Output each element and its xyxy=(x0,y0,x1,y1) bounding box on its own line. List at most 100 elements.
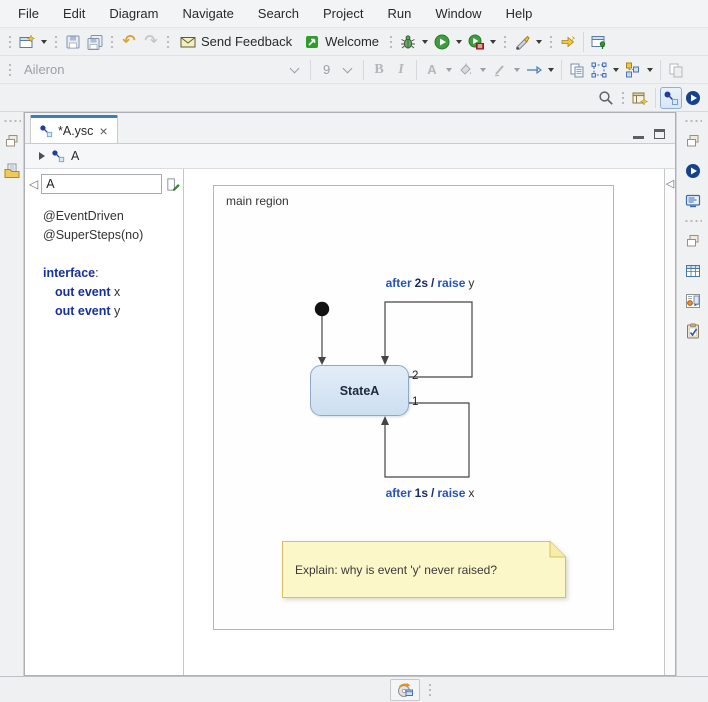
external-tools-button[interactable] xyxy=(511,30,533,54)
toolbar-drag-handle[interactable] xyxy=(549,33,553,51)
line-style-button[interactable] xyxy=(523,58,545,82)
breadcrumb-label[interactable]: A xyxy=(71,149,79,163)
perspective-simulation-button[interactable] xyxy=(682,86,704,110)
debug-button[interactable] xyxy=(397,30,419,54)
status-trim-button[interactable] xyxy=(390,679,420,701)
toolbar-drag-handle[interactable] xyxy=(8,33,12,51)
collapse-panel-icon[interactable]: ◁ xyxy=(29,178,38,190)
run-button[interactable] xyxy=(431,30,453,54)
properties-view-button[interactable] xyxy=(682,259,704,283)
menu-run[interactable]: Run xyxy=(375,1,423,26)
font-color-dropdown[interactable] xyxy=(446,68,452,72)
open-perspective-button[interactable] xyxy=(629,86,651,110)
layout-button[interactable] xyxy=(622,58,644,82)
minimize-icon[interactable] xyxy=(633,136,644,139)
toolbar-drag-handle[interactable] xyxy=(503,33,507,51)
new-wizard-icon xyxy=(19,34,35,50)
redo-button[interactable]: ↷ xyxy=(140,30,162,54)
statechart-name-input[interactable] xyxy=(41,174,162,194)
line-color-dropdown[interactable] xyxy=(514,68,520,72)
tab-close-icon[interactable]: × xyxy=(98,125,108,137)
main-region[interactable]: main region xyxy=(213,185,614,630)
toolbar-drag-handle[interactable] xyxy=(166,33,170,51)
menu-help[interactable]: Help xyxy=(494,1,545,26)
strip-drag-handle[interactable] xyxy=(3,119,21,123)
tasks-view-button[interactable] xyxy=(682,319,704,343)
send-feedback-button[interactable]: Send Feedback xyxy=(174,30,298,54)
menu-file[interactable]: File xyxy=(6,1,51,26)
select-shapes-dropdown[interactable] xyxy=(613,68,619,72)
new-wizard-dropdown[interactable] xyxy=(41,40,47,44)
copy-appearance-button[interactable] xyxy=(566,58,588,82)
layout-icon xyxy=(625,62,641,78)
edit-definition-icon[interactable] xyxy=(165,177,180,192)
tab-a-ysc[interactable]: *A.ysc × xyxy=(30,115,118,143)
menu-edit[interactable]: Edit xyxy=(51,1,97,26)
select-all-shapes-button[interactable] xyxy=(588,58,610,82)
restore-view-stack-button[interactable] xyxy=(682,229,704,253)
fill-color-dropdown[interactable] xyxy=(480,68,486,72)
line-color-button[interactable] xyxy=(489,58,511,82)
restore-left-views-button[interactable] xyxy=(1,129,23,153)
clipped-toolbar-button[interactable] xyxy=(665,58,687,82)
save-all-button[interactable] xyxy=(84,30,106,54)
fill-color-button[interactable] xyxy=(455,58,477,82)
bold-button[interactable]: B xyxy=(368,58,390,82)
select-shapes-icon xyxy=(591,62,607,78)
new-wizard-button[interactable] xyxy=(16,30,38,54)
simulation-play-icon xyxy=(685,163,701,179)
event-name: y xyxy=(468,276,474,290)
toolbar-drag-handle[interactable] xyxy=(389,33,393,51)
layout-dropdown[interactable] xyxy=(647,68,653,72)
strip-drag-handle[interactable] xyxy=(684,119,702,123)
external-tools-dropdown[interactable] xyxy=(536,40,542,44)
simulation-snapshot-view-button[interactable] xyxy=(682,289,704,313)
menu-window[interactable]: Window xyxy=(423,1,493,26)
toolbar-drag-handle[interactable] xyxy=(8,61,12,79)
diagram-canvas[interactable]: main region xyxy=(184,169,675,675)
simulation-view-button[interactable] xyxy=(682,159,704,183)
toolbar-drag-handle[interactable] xyxy=(110,33,114,51)
font-size-combo[interactable]: 9 xyxy=(315,58,359,82)
profile-button[interactable] xyxy=(465,30,487,54)
menu-search[interactable]: Search xyxy=(246,1,311,26)
project-explorer-button[interactable] xyxy=(1,159,23,183)
initial-state[interactable] xyxy=(315,302,329,316)
line-style-dropdown[interactable] xyxy=(548,68,554,72)
maximize-icon[interactable] xyxy=(654,129,665,139)
expand-right-panel-icon[interactable]: ◁ xyxy=(665,177,675,190)
open-perspective-icon xyxy=(632,90,648,106)
toolbar-drag-handle[interactable] xyxy=(54,33,58,51)
definition-text[interactable]: @EventDriven @SuperSteps(no) interface: … xyxy=(25,199,183,321)
breadcrumb-expand-icon[interactable] xyxy=(39,152,45,160)
restore-right-views-button[interactable] xyxy=(682,129,704,153)
font-color-icon: A xyxy=(427,62,436,77)
last-edit-location-button[interactable] xyxy=(557,30,579,54)
interface-colon: : xyxy=(95,266,98,280)
run-icon xyxy=(434,34,450,50)
toolbar-drag-handle[interactable] xyxy=(621,89,625,107)
font-color-button[interactable]: A xyxy=(421,58,443,82)
debug-dropdown[interactable] xyxy=(422,40,428,44)
console-view-button[interactable] xyxy=(682,189,704,213)
search-button[interactable] xyxy=(595,86,617,110)
font-family-combo[interactable]: Aileron xyxy=(16,58,306,82)
menu-diagram[interactable]: Diagram xyxy=(97,1,170,26)
italic-button[interactable]: I xyxy=(390,58,412,82)
menu-navigate[interactable]: Navigate xyxy=(170,1,245,26)
pin-editor-button[interactable] xyxy=(588,30,610,54)
profile-dropdown[interactable] xyxy=(490,40,496,44)
run-dropdown[interactable] xyxy=(456,40,462,44)
transition-label-2[interactable]: after2s/raisey xyxy=(360,276,500,290)
save-button[interactable] xyxy=(62,30,84,54)
undo-button[interactable]: ↶ xyxy=(118,30,140,54)
menu-project[interactable]: Project xyxy=(311,1,375,26)
perspective-statechart-button[interactable] xyxy=(660,87,682,109)
transition-label-1[interactable]: after1s/raisex xyxy=(360,486,500,500)
state-node[interactable]: StateA xyxy=(310,365,409,416)
strip-drag-handle[interactable] xyxy=(684,219,702,223)
status-drag-handle[interactable] xyxy=(428,681,432,699)
comment-note[interactable]: Explain: why is event 'y' never raised? xyxy=(282,541,566,598)
definition-panel: ◁ @EventDriven @SuperSteps(no) interface… xyxy=(25,169,184,675)
welcome-button[interactable]: Welcome xyxy=(298,30,385,54)
